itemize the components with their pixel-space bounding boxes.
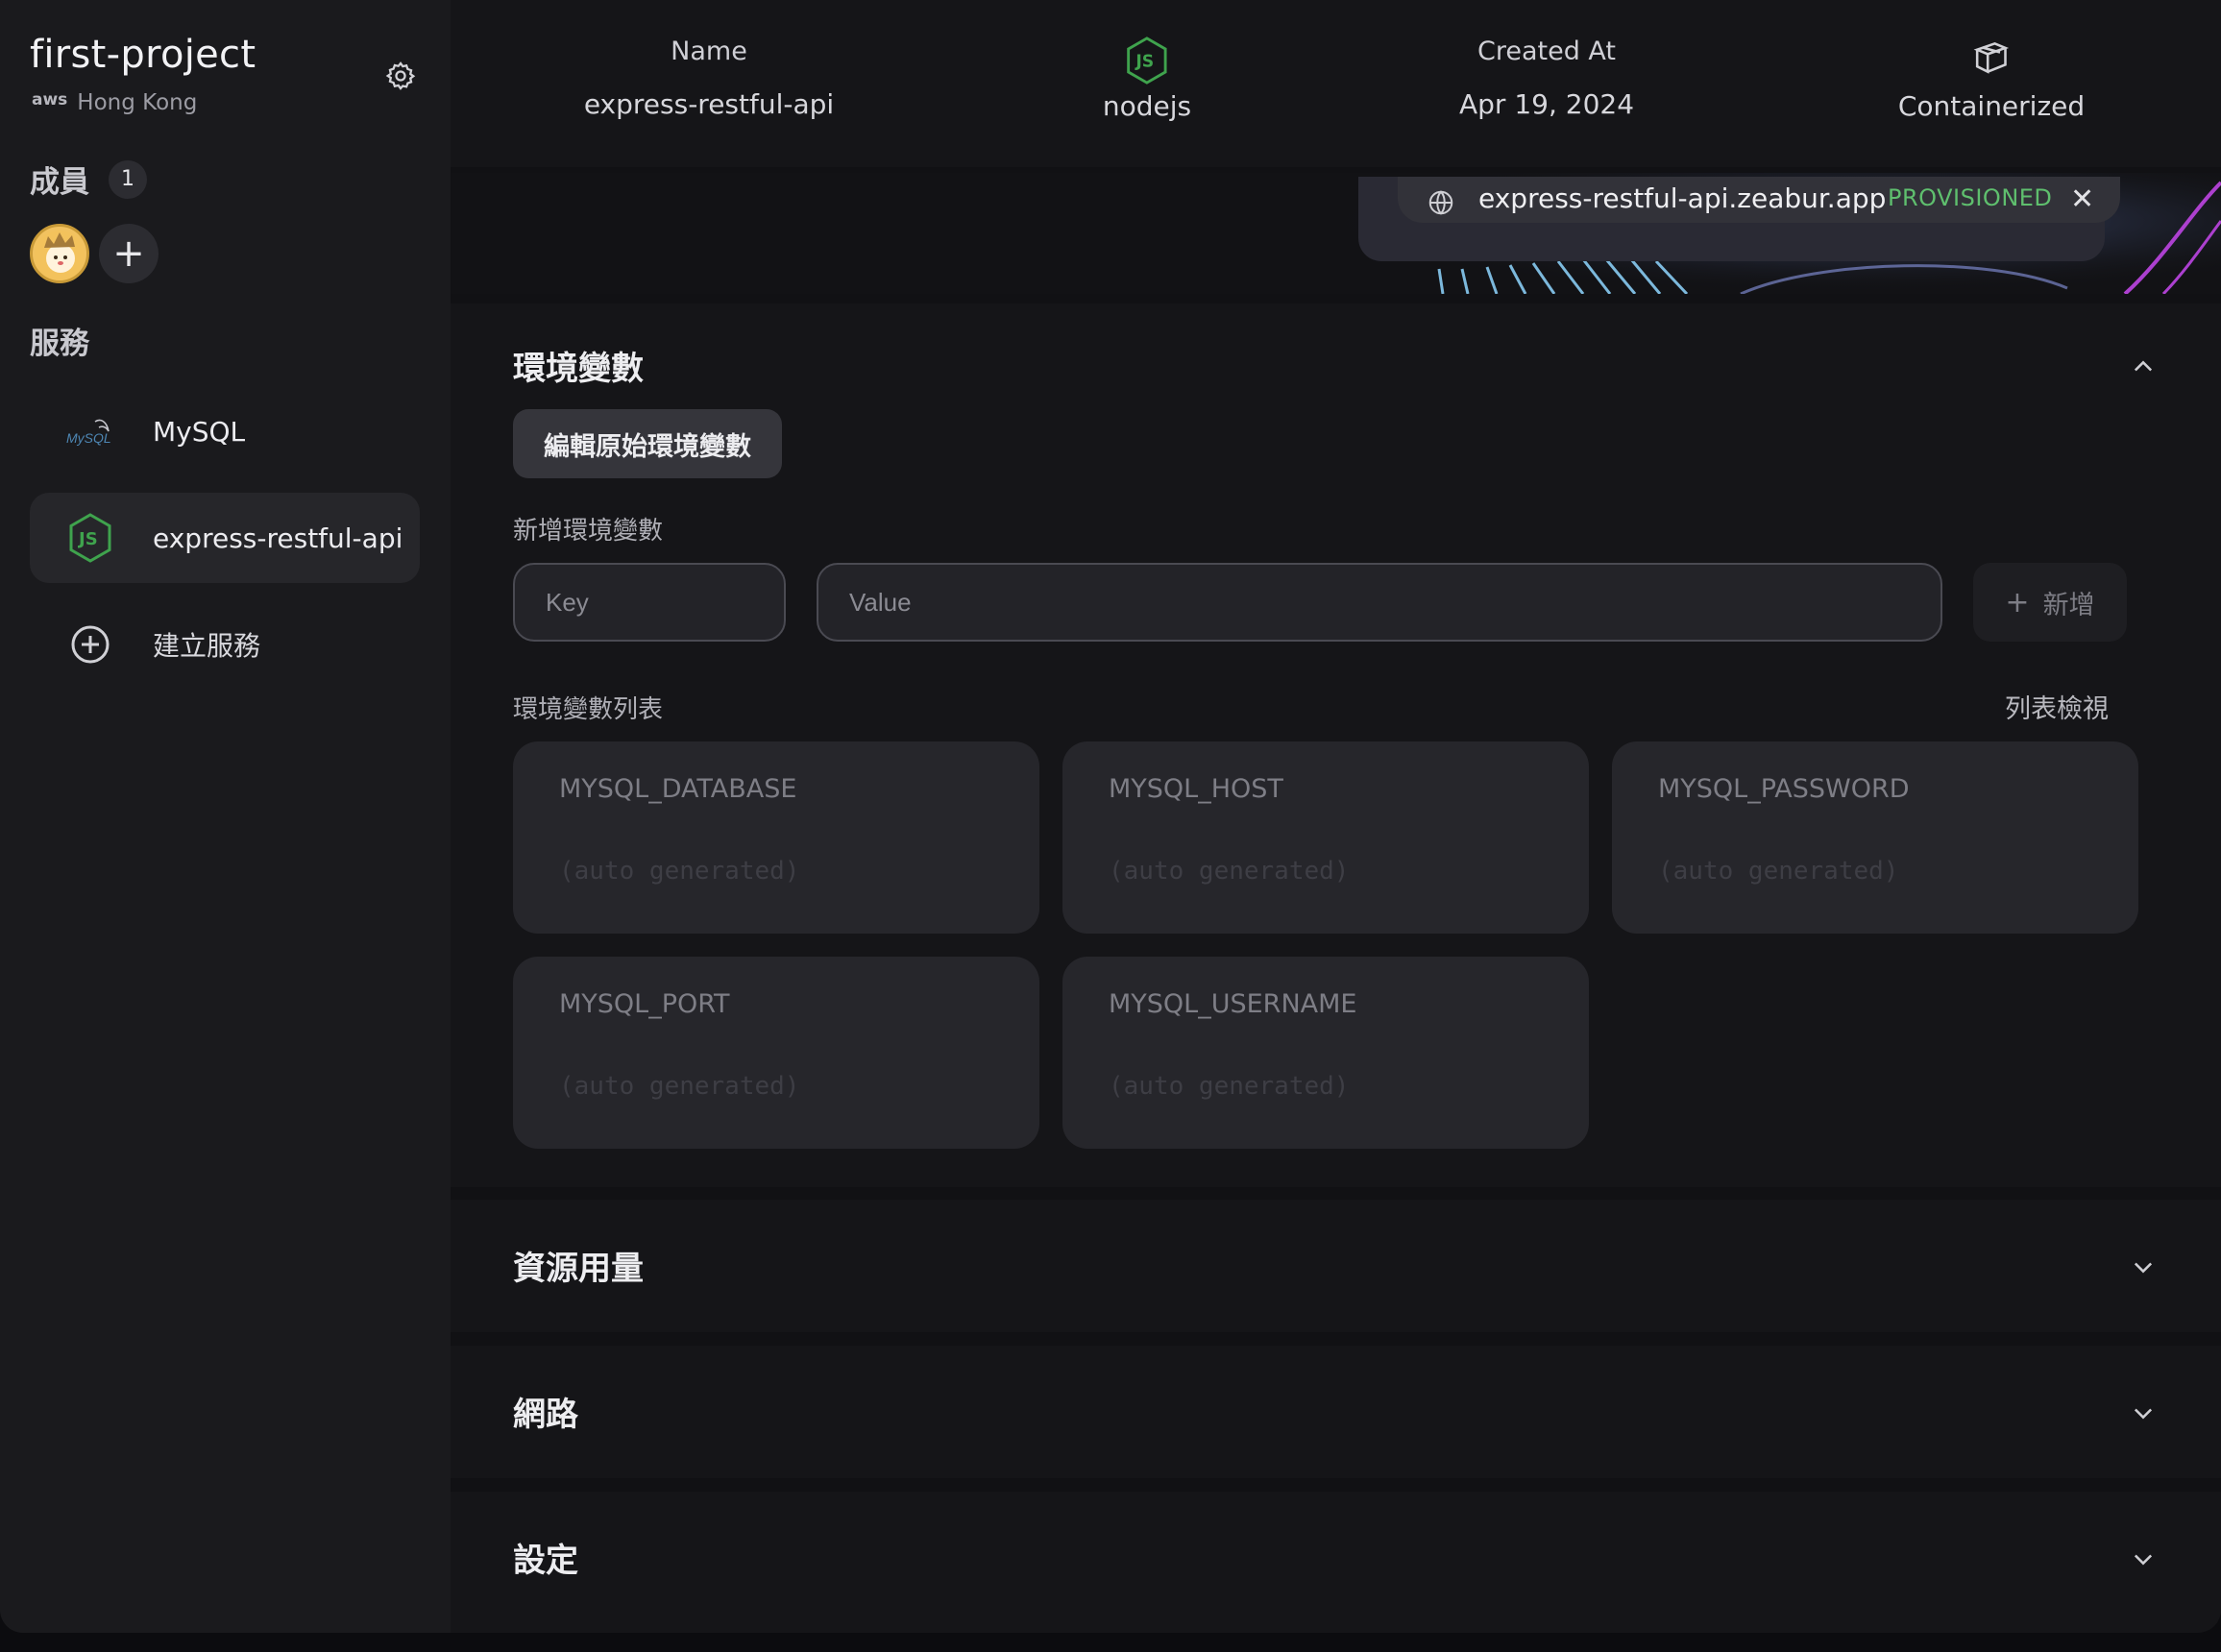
- region-label: Hong Kong: [77, 90, 198, 115]
- deploy-value: Containerized: [1897, 90, 2086, 122]
- chevron-down-icon[interactable]: [2130, 1399, 2157, 1426]
- info-runtime: JS nodejs: [1103, 36, 1191, 122]
- env-var-name: MYSQL_DATABASE: [559, 774, 797, 804]
- service-info-header: Name express-restful-api JS nodejs Creat…: [451, 0, 2221, 167]
- chevron-down-icon[interactable]: [2130, 1545, 2157, 1572]
- network-panel[interactable]: 網路: [451, 1346, 2221, 1478]
- settings-title: 設定: [513, 1542, 578, 1580]
- env-vars-title: 環境變數: [513, 350, 644, 388]
- env-var-card[interactable]: MYSQL_PASSWORD (auto generated): [1612, 741, 2138, 934]
- box-icon: [1898, 36, 2085, 86]
- app-window: first-project aws Hong Kong 成員 1 + 服務 My…: [0, 0, 2221, 1633]
- sidebar-item-mysql[interactable]: MySQL MySQL: [30, 386, 420, 476]
- env-var-value: (auto generated): [1658, 857, 1899, 886]
- chevron-up-icon[interactable]: [2130, 353, 2157, 380]
- created-value: Apr 19, 2024: [1458, 88, 1635, 120]
- sidebar: first-project aws Hong Kong 成員 1 + 服務 My…: [0, 0, 451, 1633]
- mysql-icon: MySQL: [64, 405, 116, 457]
- env-list-label: 環境變數列表: [513, 695, 664, 724]
- svg-text:JS: JS: [77, 529, 98, 549]
- divider: [451, 294, 2221, 304]
- info-deploy: Containerized: [1898, 36, 2085, 122]
- members-count-badge: 1: [109, 159, 147, 199]
- add-env-button-label: 新增: [2042, 590, 2095, 620]
- plus-icon: +: [112, 231, 145, 276]
- project-region: aws Hong Kong: [32, 90, 197, 115]
- runtime-value: nodejs: [1102, 90, 1192, 122]
- env-var-name: MYSQL_PORT: [559, 989, 730, 1019]
- nodejs-icon: JS: [1103, 36, 1191, 86]
- list-view-toggle[interactable]: 列表檢視: [2005, 688, 2109, 725]
- nodejs-icon: JS: [64, 512, 116, 564]
- chevron-down-icon[interactable]: [2130, 1253, 2157, 1280]
- plus-circle-icon: [64, 619, 116, 670]
- name-value: express-restful-api: [583, 88, 835, 120]
- create-service-button[interactable]: 建立服務: [30, 599, 420, 690]
- env-var-name: MYSQL_USERNAME: [1109, 989, 1357, 1019]
- env-var-name: MYSQL_HOST: [1109, 774, 1283, 804]
- add-env-label: 新增環境變數: [513, 517, 664, 546]
- env-vars-panel: 環境變數 編輯原始環境變數 新增環境變數 + 新增 環境變數列表 列表檢視 MY…: [451, 304, 2221, 1187]
- divider: [451, 1478, 2221, 1492]
- env-var-value: (auto generated): [1109, 857, 1350, 886]
- hedgehog-avatar-icon: [35, 231, 85, 280]
- globe-icon: [1428, 190, 1453, 215]
- env-key-input[interactable]: [513, 563, 786, 642]
- env-value-input[interactable]: [817, 563, 1942, 642]
- members-header: 成員 1: [30, 158, 147, 201]
- info-created: Created At Apr 19, 2024: [1459, 36, 1634, 120]
- plus-icon: +: [2005, 585, 2030, 620]
- env-var-card[interactable]: MYSQL_PORT (auto generated): [513, 957, 1039, 1149]
- info-name: Name express-restful-api: [584, 36, 834, 120]
- env-var-card[interactable]: MYSQL_HOST (auto generated): [1062, 741, 1589, 934]
- add-member-button[interactable]: +: [99, 224, 159, 283]
- domain-url[interactable]: express-restful-api.zeabur.app: [1478, 182, 1886, 214]
- add-env-button[interactable]: + 新增: [1973, 563, 2127, 642]
- domain-pill[interactable]: express-restful-api.zeabur.app PROVISION…: [1398, 177, 2120, 223]
- env-var-value: (auto generated): [1109, 1072, 1350, 1101]
- name-label: Name: [671, 36, 747, 66]
- env-var-value: (auto generated): [559, 857, 800, 886]
- services-label: 服務: [30, 327, 89, 361]
- close-icon[interactable]: ✕: [2070, 182, 2094, 216]
- resources-title: 資源用量: [513, 1250, 644, 1288]
- resources-panel[interactable]: 資源用量: [451, 1200, 2221, 1332]
- settings-panel[interactable]: 設定: [451, 1492, 2221, 1624]
- sidebar-item-label: express-restful-api: [153, 522, 403, 554]
- sidebar-item-express-restful-api[interactable]: JS express-restful-api: [30, 493, 420, 583]
- network-title: 網路: [513, 1396, 578, 1434]
- project-title: first-project: [30, 33, 256, 77]
- created-label: Created At: [1477, 36, 1617, 66]
- divider: [451, 1332, 2221, 1346]
- members-label: 成員: [30, 165, 89, 200]
- divider: [451, 1187, 2221, 1200]
- env-var-card[interactable]: MYSQL_USERNAME (auto generated): [1062, 957, 1589, 1149]
- create-service-label: 建立服務: [153, 630, 261, 662]
- aws-icon: aws: [32, 89, 68, 109]
- env-var-value: (auto generated): [559, 1072, 800, 1101]
- env-var-card[interactable]: MYSQL_DATABASE (auto generated): [513, 741, 1039, 934]
- domain-status-badge: PROVISIONED: [1888, 184, 2053, 211]
- edit-raw-env-button[interactable]: 編輯原始環境變數: [513, 409, 782, 478]
- env-var-name: MYSQL_PASSWORD: [1658, 774, 1910, 804]
- sidebar-item-label: MySQL: [153, 415, 246, 448]
- main-content: Name express-restful-api JS nodejs Creat…: [451, 0, 2221, 1633]
- svg-text:MySQL: MySQL: [66, 430, 111, 446]
- avatar[interactable]: [30, 224, 89, 283]
- svg-text:JS: JS: [1135, 53, 1154, 72]
- gear-icon[interactable]: [384, 60, 417, 92]
